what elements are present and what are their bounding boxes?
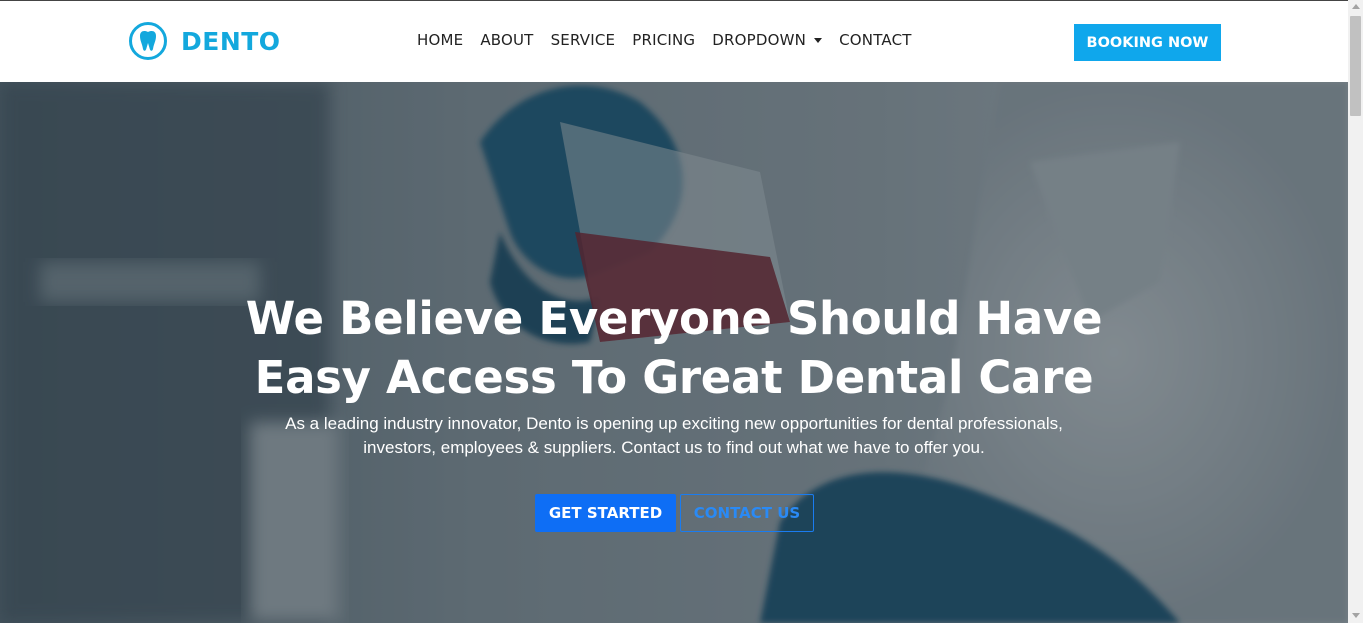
get-started-button[interactable]: GET STARTED	[535, 494, 676, 532]
page: DENTO HOME ABOUT SERVICE PRICING DROPDOW…	[0, 0, 1348, 623]
hero-subtitle-line-1: As a leading industry innovator, Dento i…	[285, 414, 1063, 433]
scroll-up-arrow-icon[interactable]	[1352, 4, 1360, 9]
booking-now-button[interactable]: BOOKING NOW	[1074, 24, 1221, 61]
hero-subtitle: As a leading industry innovator, Dento i…	[244, 412, 1104, 460]
caret-down-icon	[814, 37, 823, 43]
contact-us-button[interactable]: CONTACT US	[680, 494, 814, 532]
nav-home[interactable]: HOME	[417, 31, 463, 49]
scrollbar-thumb[interactable]	[1350, 16, 1361, 116]
nav-contact[interactable]: CONTACT	[839, 31, 912, 49]
nav-pricing[interactable]: PRICING	[632, 31, 695, 49]
navbar: DENTO HOME ABOUT SERVICE PRICING DROPDOW…	[0, 0, 1348, 82]
nav-about[interactable]: ABOUT	[480, 31, 533, 49]
nav-dropdown-label: DROPDOWN	[712, 31, 807, 49]
hero-title-line-2: Easy Access To Great Dental Care	[254, 351, 1094, 404]
brand-name: DENTO	[181, 26, 281, 56]
nav-service[interactable]: SERVICE	[551, 31, 616, 49]
hero-title-line-1: We Believe Everyone Should Have	[245, 292, 1103, 345]
main-nav: HOME ABOUT SERVICE PRICING DROPDOWN CONT…	[417, 31, 929, 49]
hero-title: We Believe Everyone Should Have Easy Acc…	[0, 289, 1348, 407]
scroll-down-arrow-icon[interactable]	[1352, 613, 1360, 618]
hero-subtitle-line-2: investors, employees & suppliers. Contac…	[363, 438, 985, 457]
nav-dropdown[interactable]: DROPDOWN	[712, 31, 823, 49]
hero-section: We Believe Everyone Should Have Easy Acc…	[0, 82, 1348, 623]
brand-logo[interactable]: DENTO	[128, 21, 281, 61]
tooth-circle-icon	[129, 22, 167, 60]
